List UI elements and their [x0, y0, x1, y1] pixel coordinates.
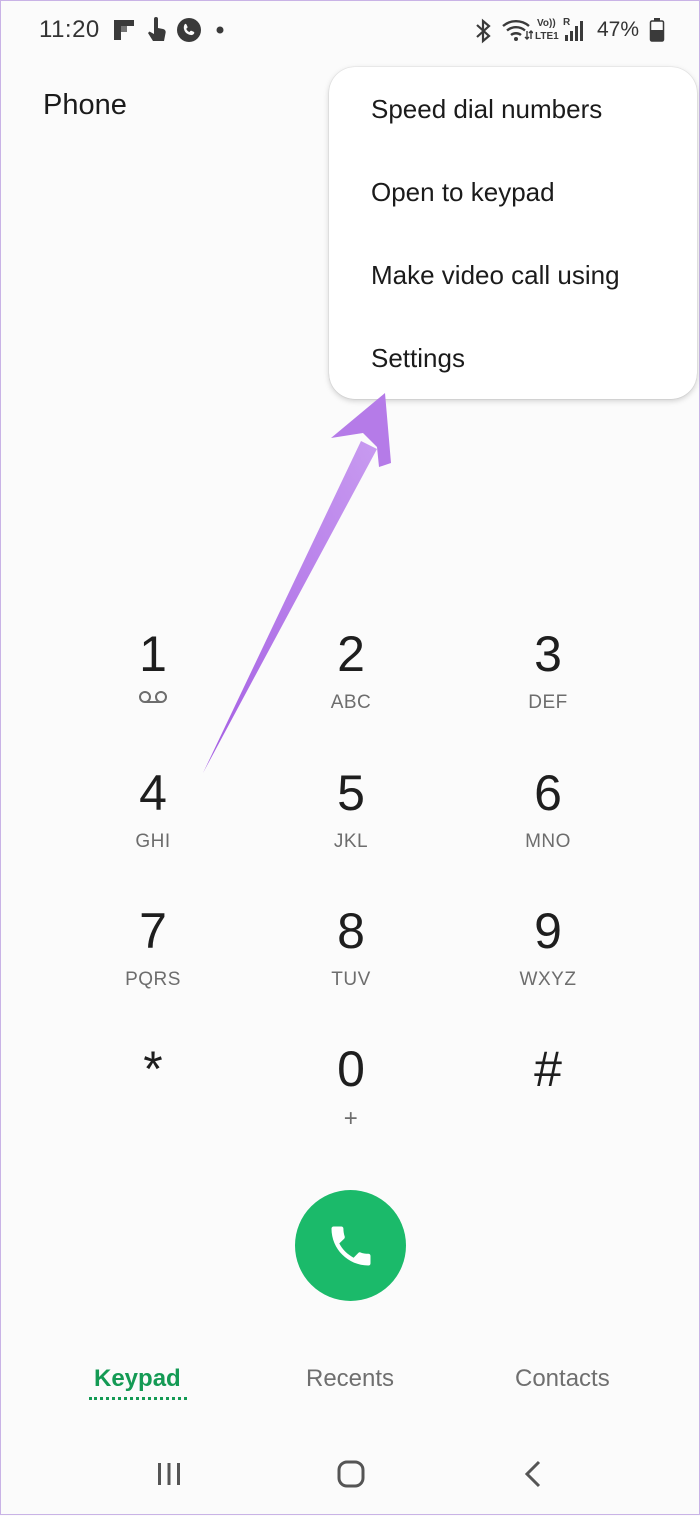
key-letters: +: [343, 1105, 359, 1132]
voicemail-icon: [139, 691, 167, 703]
touch-icon: [148, 17, 166, 41]
key-9[interactable]: 9 WXYZ: [473, 903, 623, 1023]
key-letters: MNO: [525, 831, 571, 852]
wifi-icon: [502, 20, 533, 41]
key-7[interactable]: 7 PQRS: [78, 903, 228, 1023]
home-icon[interactable]: [335, 1457, 367, 1491]
key-6[interactable]: 6 MNO: [473, 765, 623, 885]
menu-item-speed-dial[interactable]: Speed dial numbers: [371, 94, 602, 125]
battery-percent: 47%: [597, 18, 640, 41]
notification-dot-icon: [216, 26, 224, 34]
call-button[interactable]: [295, 1190, 406, 1301]
key-digit: 4: [139, 765, 167, 821]
back-icon[interactable]: [519, 1457, 547, 1491]
svg-text:LTE1: LTE1: [535, 31, 559, 42]
signal-icon: R: [563, 17, 583, 41]
key-8[interactable]: 8 TUV: [276, 903, 426, 1023]
tab-active-indicator: [89, 1397, 187, 1400]
key-letters: PQRS: [125, 969, 181, 990]
key-letters: GHI: [135, 831, 171, 852]
key-letters: TUV: [331, 969, 371, 990]
tab-keypad[interactable]: Keypad: [94, 1365, 181, 1393]
key-digit: 7: [139, 903, 167, 959]
key-5[interactable]: 5 JKL: [276, 765, 426, 885]
overflow-menu: Speed dial numbers Open to keypad Make v…: [329, 67, 697, 399]
tab-contacts[interactable]: Contacts: [515, 1365, 610, 1393]
key-1[interactable]: 1: [78, 626, 228, 746]
menu-item-open-to-keypad[interactable]: Open to keypad: [371, 177, 555, 208]
bluetooth-icon: [476, 18, 491, 44]
key-digit: #: [534, 1041, 562, 1097]
key-digit: *: [143, 1041, 163, 1097]
flipboard-icon: [114, 20, 134, 40]
key-digit: 3: [534, 626, 562, 682]
key-0[interactable]: 0 +: [276, 1041, 426, 1161]
key-4[interactable]: 4 GHI: [78, 765, 228, 885]
key-digit: 2: [337, 626, 365, 682]
key-3[interactable]: 3 DEF: [473, 626, 623, 746]
status-bar: 11:20 Vo)) LTE1 R 47%: [1, 1, 700, 61]
key-digit: 1: [139, 626, 167, 682]
svg-text:Vo)): Vo)): [537, 18, 556, 29]
battery-icon: [649, 18, 665, 42]
key-2[interactable]: 2 ABC: [276, 626, 426, 746]
key-letters: DEF: [528, 692, 568, 713]
status-time: 11:20: [39, 16, 100, 43]
recent-apps-icon[interactable]: [155, 1457, 183, 1491]
volte-icon: Vo)) LTE1: [535, 18, 559, 42]
menu-item-video-call[interactable]: Make video call using: [371, 260, 620, 291]
key-letters: JKL: [333, 831, 369, 852]
key-digit: 6: [534, 765, 562, 821]
svg-text:R: R: [563, 17, 571, 28]
page-title: Phone: [43, 89, 127, 121]
key-hash[interactable]: #: [473, 1041, 623, 1161]
key-letters: ABC: [330, 692, 372, 713]
key-letters: WXYZ: [519, 969, 577, 990]
call-active-icon: [177, 18, 201, 42]
key-digit: 9: [534, 903, 562, 959]
key-digit: 0: [337, 1041, 365, 1097]
key-star[interactable]: *: [78, 1041, 228, 1161]
menu-item-settings[interactable]: Settings: [371, 343, 465, 374]
key-digit: 5: [337, 765, 365, 821]
tab-recents[interactable]: Recents: [306, 1365, 394, 1393]
key-digit: 8: [337, 903, 365, 959]
phone-icon: [331, 1226, 370, 1265]
